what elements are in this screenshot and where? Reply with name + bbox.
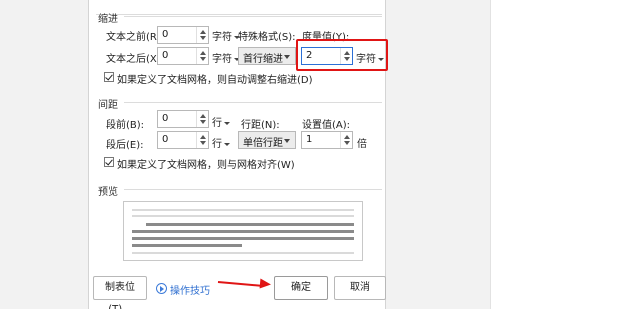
line-spacing-label: 行距(N): — [241, 120, 280, 131]
after-text-value: 0 — [162, 50, 169, 61]
top-divider — [96, 14, 382, 15]
line-spacing-select[interactable]: 单倍行距 — [238, 131, 296, 149]
preview-text-line — [132, 244, 242, 247]
chevron-down-icon — [284, 55, 290, 59]
space-before-stepper-top[interactable]: 0 — [157, 110, 209, 128]
line-spacing-value: 单倍行距 — [243, 138, 283, 149]
after-text-unit-dropdown[interactable]: 字符 — [212, 50, 240, 65]
preview-text-line — [132, 237, 354, 240]
set-value-label: 设置值(A): — [302, 120, 351, 131]
special-format-select[interactable]: 首行缩进 — [238, 47, 296, 65]
before-text-label: 文本之前(R): — [106, 32, 165, 43]
auto-adjust-checkbox[interactable] — [104, 72, 114, 82]
space-before-value: 0 — [162, 134, 169, 145]
before-text-stepper[interactable]: 0 — [157, 26, 209, 44]
space-after-label: 段后(E): — [106, 140, 144, 151]
indent-section-title: 缩进 — [98, 14, 118, 25]
set-value-value: 1 — [306, 134, 313, 145]
before-text-spin-icon[interactable] — [196, 27, 208, 43]
document-page — [490, 0, 620, 309]
space-before-unit-dropdown[interactable]: 行 — [212, 114, 230, 129]
space-before-top-spin-icon[interactable] — [196, 111, 208, 127]
set-value-stepper[interactable]: 1 — [301, 131, 353, 149]
before-text-unit-dropdown[interactable]: 字符 — [212, 28, 240, 43]
special-format-value: 首行缩进 — [243, 54, 283, 65]
tips-link[interactable]: 操作技巧 — [170, 282, 210, 297]
document-background-strip — [386, 0, 490, 309]
after-text-spin-icon[interactable] — [196, 48, 208, 64]
ok-button[interactable]: 确定 — [274, 276, 328, 300]
preview-text-line — [132, 230, 354, 233]
preview-line — [132, 215, 354, 217]
document-background-left — [0, 0, 88, 309]
chevron-down-icon — [224, 142, 230, 146]
arrow-right-icon — [259, 278, 272, 290]
spacing-section-title: 间距 — [98, 100, 118, 111]
cancel-button[interactable]: 取消 — [334, 276, 386, 300]
space-before-stepper[interactable]: 0 — [157, 131, 209, 149]
space-before-label: 段前(B): — [106, 120, 145, 131]
preview-line — [132, 252, 354, 254]
preview-section-title: 预览 — [98, 187, 118, 198]
preview-text-line — [146, 223, 354, 226]
after-text-label: 文本之后(X): — [106, 54, 165, 65]
tabs-button[interactable]: 制表位(T)... — [93, 276, 147, 309]
indent-divider — [124, 16, 382, 17]
after-text-stepper[interactable]: 0 — [157, 47, 209, 65]
chevron-down-icon — [284, 139, 290, 143]
before-text-value: 0 — [162, 29, 169, 40]
special-format-label: 特殊格式(S): — [238, 32, 296, 43]
preview-line — [132, 209, 354, 211]
play-circle-icon[interactable] — [156, 283, 167, 294]
space-before-top-value: 0 — [162, 113, 169, 124]
space-before-spin-icon[interactable] — [196, 132, 208, 148]
chevron-down-icon — [224, 121, 230, 125]
paragraph-preview — [123, 201, 363, 261]
preview-divider — [124, 189, 382, 190]
snap-grid-checkbox[interactable] — [104, 157, 114, 167]
spacing-divider — [124, 102, 382, 103]
page-edge — [490, 0, 491, 309]
set-value-unit: 倍 — [357, 139, 367, 150]
auto-adjust-label: 如果定义了文档网格，则自动调整右缩进(D) — [117, 75, 313, 86]
measure-highlight-box — [296, 39, 388, 71]
set-value-spin-icon[interactable] — [340, 132, 352, 148]
space-after-unit-dropdown[interactable]: 行 — [212, 135, 230, 150]
snap-grid-label: 如果定义了文档网格，则与网格对齐(W) — [117, 160, 295, 171]
